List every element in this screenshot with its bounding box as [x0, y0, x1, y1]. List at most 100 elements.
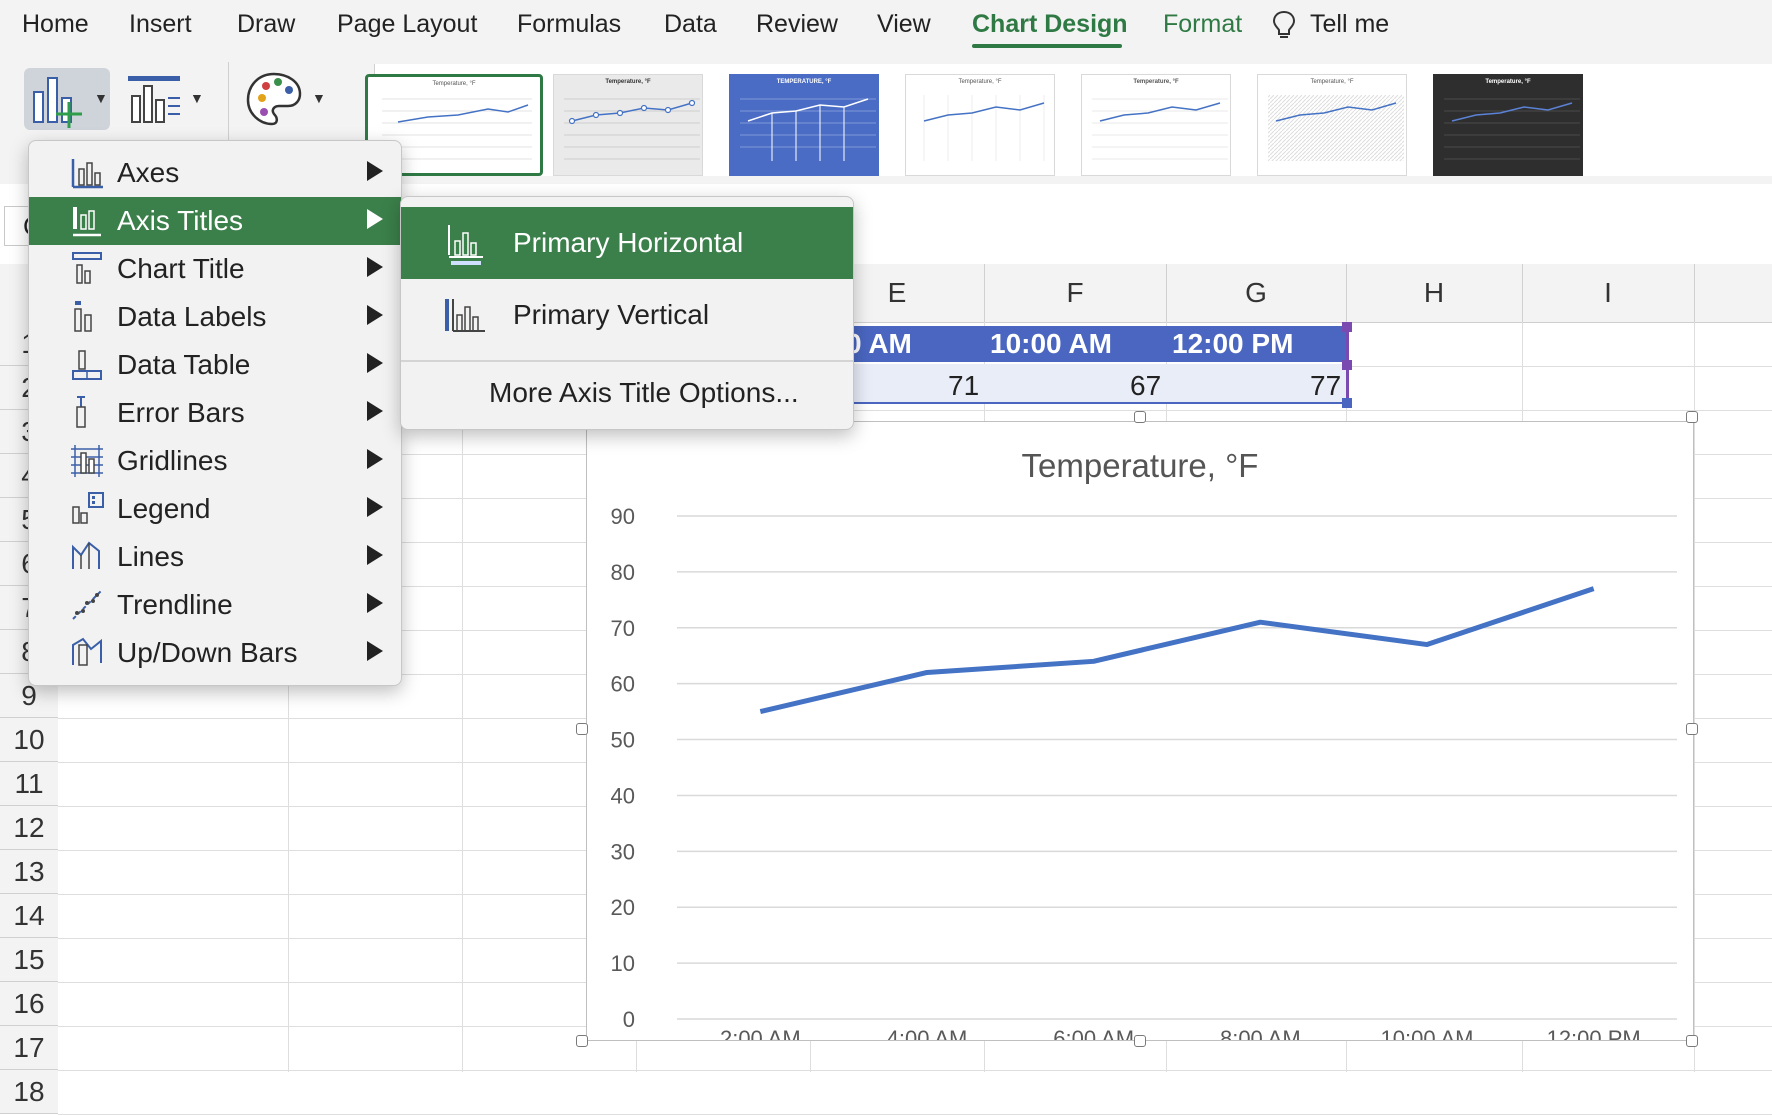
tab-formulas[interactable]: Formulas [517, 10, 621, 39]
chart-style-4[interactable]: Temperature, °F [905, 74, 1055, 176]
axis-titles-icon [69, 203, 105, 239]
x-tick-label: 12:00 PM [1547, 1026, 1641, 1040]
menu-separator [401, 360, 853, 362]
legend-icon [69, 491, 105, 527]
cell-g1[interactable]: 12:00 PM [1172, 328, 1293, 360]
resize-handle[interactable] [1134, 411, 1146, 423]
resize-handle[interactable] [1686, 411, 1698, 423]
submenu-item-primary-horizontal[interactable]: Primary Horizontal [401, 207, 853, 279]
menu-item-label: Error Bars [117, 397, 245, 428]
data-table-icon [69, 347, 105, 383]
menu-item-data-table[interactable]: Data Table [29, 341, 401, 389]
row-header[interactable]: 14 [0, 894, 58, 938]
tab-review[interactable]: Review [756, 10, 838, 39]
row-header[interactable]: 17 [0, 1026, 58, 1070]
tab-home[interactable]: Home [22, 10, 89, 39]
chart-styles-gallery: Temperature, °F Temperature, °F TEMPERAT… [365, 64, 1772, 176]
range-handle[interactable] [1342, 360, 1352, 370]
column-header-g[interactable]: G [1166, 264, 1347, 322]
grid-column-line [1694, 322, 1695, 1072]
menu-item-label: Data Table [117, 349, 251, 380]
column-header-i[interactable]: I [1522, 264, 1695, 322]
cell-e1[interactable]: 0 AM [846, 328, 912, 360]
chart-style-2[interactable]: Temperature, °F [553, 74, 703, 176]
range-handle[interactable] [1342, 398, 1352, 408]
menu-item-axis-titles[interactable]: Axis Titles [29, 197, 401, 245]
cell-e2[interactable]: 71 [948, 370, 979, 402]
tab-view[interactable]: View [877, 10, 931, 39]
cell-f1[interactable]: 10:00 AM [990, 328, 1112, 360]
submenu-arrow-icon [367, 641, 383, 661]
resize-handle[interactable] [1686, 723, 1698, 735]
menu-item-error-bars[interactable]: Error Bars [29, 389, 401, 437]
chart-area[interactable]: Temperature, °F 0 10 20 30 40 50 60 70 80 90 2:00… [586, 421, 1694, 1041]
add-chart-element-icon [33, 77, 82, 128]
x-tick-label: 8:00 AM [1220, 1026, 1301, 1040]
chart-style-7[interactable]: Temperature, °F [1433, 74, 1583, 176]
chart-title[interactable]: Temperature, °F [1022, 447, 1259, 484]
submenu-arrow-icon [367, 497, 383, 517]
add-chart-element-menu: Axes Axis Titles Chart Title Data Labels… [28, 140, 402, 686]
primary-vertical-icon [443, 295, 487, 339]
row-header[interactable]: 12 [0, 806, 58, 850]
range-handle[interactable] [1342, 322, 1352, 332]
tab-insert[interactable]: Insert [129, 10, 192, 39]
chart-title-icon [69, 251, 105, 287]
tell-me-search[interactable]: Tell me [1310, 10, 1389, 39]
row-header[interactable]: 10 [0, 718, 58, 762]
x-tick-label: 6:00 AM [1053, 1026, 1134, 1040]
lightbulb-icon [1272, 10, 1296, 40]
series-line[interactable] [759, 586, 1595, 715]
resize-handle[interactable] [576, 723, 588, 735]
menu-item-trendline[interactable]: Trendline [29, 581, 401, 629]
submenu-arrow-icon [367, 257, 383, 277]
row-header[interactable]: 15 [0, 938, 58, 982]
row-header[interactable]: 13 [0, 850, 58, 894]
menu-item-label: Lines [117, 541, 184, 572]
submenu-arrow-icon [367, 449, 383, 469]
column-header-h[interactable]: H [1346, 264, 1523, 322]
menu-item-up-down-bars[interactable]: Up/Down Bars [29, 629, 401, 677]
menu-item-data-labels[interactable]: Data Labels [29, 293, 401, 341]
column-header-f[interactable]: F [984, 264, 1167, 322]
y-tick-label: 90 [611, 504, 635, 529]
row-header[interactable]: 16 [0, 982, 58, 1026]
tab-format[interactable]: Format [1163, 10, 1242, 39]
submenu-item-primary-vertical[interactable]: Primary Vertical [401, 279, 853, 351]
row-header[interactable]: 11 [0, 762, 58, 806]
resize-handle[interactable] [1134, 1035, 1146, 1047]
tab-page-layout[interactable]: Page Layout [337, 10, 477, 39]
formula-input[interactable] [860, 184, 1772, 264]
grid-column-line [462, 322, 463, 1072]
data-row-fill [810, 364, 1348, 402]
row-header[interactable]: 18 [0, 1070, 58, 1114]
menu-item-lines[interactable]: Lines [29, 533, 401, 581]
quick-layout-button[interactable]: ▼ [124, 68, 210, 130]
cell-f2[interactable]: 67 [1130, 370, 1161, 402]
change-colors-button[interactable]: ▼ [244, 68, 330, 130]
resize-handle[interactable] [576, 1035, 588, 1047]
add-chart-element-button[interactable]: ▼ [24, 68, 110, 130]
menu-item-chart-title[interactable]: Chart Title [29, 245, 401, 293]
tab-data[interactable]: Data [664, 10, 717, 39]
trendline-icon [69, 587, 105, 623]
submenu-arrow-icon [367, 161, 383, 181]
tab-chart-design[interactable]: Chart Design [972, 10, 1128, 39]
y-tick-label: 70 [611, 616, 635, 641]
menu-item-axes[interactable]: Axes [29, 149, 401, 197]
resize-handle[interactable] [1686, 1035, 1698, 1047]
y-tick-label: 50 [611, 728, 635, 753]
cell-g2[interactable]: 77 [1310, 370, 1341, 402]
submenu-item-more-axis-title-options[interactable]: More Axis Title Options... [401, 363, 853, 423]
menu-item-gridlines[interactable]: Gridlines [29, 437, 401, 485]
x-tick-label: 4:00 AM [887, 1026, 968, 1040]
range-border [810, 402, 1348, 404]
chart-style-6[interactable]: Temperature, °F [1257, 74, 1407, 176]
chart-style-5[interactable]: Temperature, °F [1081, 74, 1231, 176]
tab-draw[interactable]: Draw [237, 10, 295, 39]
y-tick-label: 40 [611, 783, 635, 808]
chevron-down-icon: ▼ [312, 90, 326, 106]
menu-item-legend[interactable]: Legend [29, 485, 401, 533]
chart-style-3[interactable]: TEMPERATURE, °F [729, 74, 879, 176]
menu-item-label: Trendline [117, 589, 233, 620]
